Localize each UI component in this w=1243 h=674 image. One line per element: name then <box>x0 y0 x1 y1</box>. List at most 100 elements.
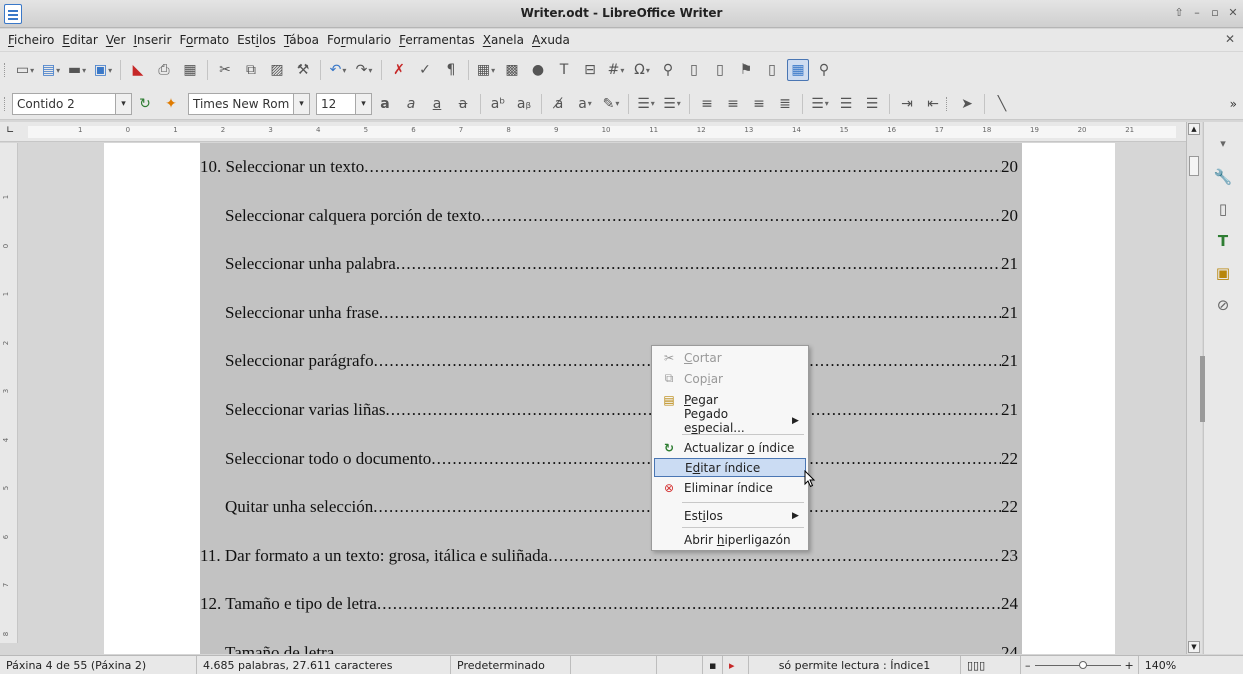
sidebar-menu-icon[interactable]: ▾ <box>1212 132 1234 154</box>
menu-estilos[interactable]: Estilos <box>233 33 280 47</box>
menu-item-delete-index[interactable]: ⊗ Eliminar índice <box>654 478 806 497</box>
underline-icon[interactable]: a <box>426 93 448 115</box>
menu-item-paste-special[interactable]: Pegado especial... ▶ <box>654 407 806 435</box>
paragraph-style-combo[interactable]: Contido 2 ▾ <box>12 92 132 115</box>
subscript-icon[interactable]: aᵦ <box>513 93 535 115</box>
navigator-compass-icon[interactable]: ⊘ <box>1212 294 1234 316</box>
find-replace-icon[interactable]: ✗ <box>388 59 410 81</box>
zoom-icon[interactable]: ⚲ <box>813 59 835 81</box>
menu-formato[interactable]: Formato <box>175 33 233 47</box>
new-style-icon[interactable]: ✦ <box>160 93 182 115</box>
zoom-out-icon[interactable]: – <box>1025 659 1031 672</box>
insert-table-icon[interactable]: ▦ <box>475 59 497 81</box>
more-tools-icon[interactable]: » <box>1230 97 1237 111</box>
menu-ficheiro[interactable]: Ficheiro <box>4 33 58 47</box>
align-center-icon[interactable]: ≡ <box>722 93 744 115</box>
insert-chart-icon[interactable]: ● <box>527 59 549 81</box>
undo-icon[interactable]: ↶ <box>327 59 349 81</box>
font-color-icon[interactable]: a <box>574 93 596 115</box>
increase-spacing-icon[interactable]: ☰ <box>835 93 857 115</box>
menu-item-open-hyperlink[interactable]: Abrir hiperligazón <box>654 530 806 549</box>
comment-icon[interactable]: ⚑ <box>735 59 757 81</box>
footnote-icon[interactable]: ▯ <box>683 59 705 81</box>
highlight-icon[interactable]: ✎ <box>600 93 622 115</box>
open-folder-icon[interactable]: ▬ <box>66 59 88 81</box>
new-document-icon[interactable]: ▭ <box>14 59 36 81</box>
scroll-down-icon[interactable]: ▼ <box>1188 641 1200 653</box>
decrease-spacing-icon[interactable]: ☰ <box>861 93 883 115</box>
copy-icon[interactable]: ⧉ <box>240 59 262 81</box>
scroll-up-icon[interactable]: ▲ <box>1188 123 1200 135</box>
page-style[interactable]: Predeterminado <box>451 655 571 674</box>
scrollbar-thumb[interactable] <box>1189 156 1199 176</box>
toc-entry[interactable]: Seleccionar parágrafo...................… <box>225 351 1018 371</box>
minimize-icon[interactable]: – <box>1191 6 1203 19</box>
font-name-combo[interactable]: Times New Rom ▾ <box>188 92 310 115</box>
document-area[interactable]: 10. Seleccionar un texto................… <box>19 143 1186 654</box>
menu-táboa[interactable]: Táboa <box>280 33 323 47</box>
toc-entry[interactable]: Seleccionar varias liñas................… <box>225 400 1018 420</box>
zoom-in-icon[interactable]: + <box>1125 659 1134 672</box>
toc-entry[interactable]: Seleccionar todo o documento............… <box>225 449 1018 469</box>
export-pdf-icon[interactable]: ◣ <box>127 59 149 81</box>
insert-image-icon[interactable]: ▩ <box>501 59 523 81</box>
page-icon[interactable]: ▯ <box>1212 198 1234 220</box>
numbering-icon[interactable]: ☰ <box>661 93 683 115</box>
increase-indent-icon[interactable]: ⇥ <box>896 93 918 115</box>
toc-entry[interactable]: 11. Dar formato a un texto: grosa, itáli… <box>200 546 1018 566</box>
bullets-icon[interactable]: ☰ <box>635 93 657 115</box>
insert-mode-status[interactable] <box>657 655 703 674</box>
clone-formatting-icon[interactable]: ⚒ <box>292 59 314 81</box>
font-size-combo[interactable]: 12 ▾ <box>316 92 372 115</box>
chevron-down-icon[interactable]: ▾ <box>355 93 371 114</box>
zoom-level[interactable]: 140% <box>1137 655 1182 674</box>
menu-item-cut[interactable]: ✂ Cortar <box>654 348 806 367</box>
formatting-marks-icon[interactable]: ¶ <box>440 59 462 81</box>
menu-editar[interactable]: Editar <box>58 33 102 47</box>
endnote-icon[interactable]: ▯ <box>709 59 731 81</box>
save-icon[interactable]: ▣ <box>92 59 114 81</box>
language-status[interactable] <box>571 655 657 674</box>
menu-item-styles[interactable]: Estilos ▶ <box>654 506 806 525</box>
italic-icon[interactable]: a <box>400 93 422 115</box>
paste-icon[interactable]: ▨ <box>266 59 288 81</box>
redo-icon[interactable]: ↷ <box>353 59 375 81</box>
menu-item-update-index[interactable]: ↻ Actualizar o índice <box>654 438 806 457</box>
print-preview-icon[interactable]: ▦ <box>179 59 201 81</box>
line-spacing-icon[interactable]: ☰ <box>809 93 831 115</box>
close-icon[interactable]: ✕ <box>1227 6 1239 19</box>
sidebar-collapse-handle[interactable] <box>1200 356 1205 422</box>
gallery-icon[interactable]: ▣ <box>1212 262 1234 284</box>
view-layout-icons[interactable]: ▯▯▯ <box>961 655 1021 674</box>
chevron-down-icon[interactable]: ▾ <box>115 93 131 114</box>
vertical-ruler[interactable]: 1 0 1 2 3 4 5 6 7 8 <box>0 143 18 643</box>
spelling-icon[interactable]: ✓ <box>414 59 436 81</box>
zoom-slider-knob[interactable] <box>1078 660 1087 669</box>
document-modified-icon[interactable]: ▸ <box>723 655 749 674</box>
tab-stop-icon[interactable]: ∟ <box>6 125 14 136</box>
justify-icon[interactable]: ≣ <box>774 93 796 115</box>
zoom-slider[interactable]: – + <box>1021 659 1138 672</box>
special-character-icon[interactable]: Ω <box>631 59 653 81</box>
chevron-down-icon[interactable]: ▾ <box>293 93 309 114</box>
page-break-icon[interactable]: ⊟ <box>579 59 601 81</box>
toc-entry[interactable]: Tamaño de letra.........................… <box>225 643 1018 654</box>
maximize-icon[interactable]: ▫ <box>1209 6 1221 19</box>
menu-inserir[interactable]: Inserir <box>129 33 175 47</box>
draw-line-icon[interactable]: ╲ <box>991 93 1013 115</box>
toc-entry[interactable]: Seleccionar calquera porción de texto...… <box>225 206 1018 226</box>
toolbar-grip[interactable] <box>4 96 8 111</box>
properties-wrench-icon[interactable]: 🔧 <box>1212 166 1234 188</box>
selection-mode-icon[interactable]: ▪ <box>703 655 723 674</box>
table-of-contents[interactable]: 10. Seleccionar un texto................… <box>200 143 1022 654</box>
decrease-indent-icon[interactable]: ⇤ <box>922 93 944 115</box>
templates-icon[interactable]: ▤ <box>40 59 62 81</box>
hyperlink-icon[interactable]: ⚲ <box>657 59 679 81</box>
menu-item-edit-index[interactable]: Editar índice <box>654 458 806 477</box>
menu-ferramentas[interactable]: Ferramentas <box>395 33 479 47</box>
word-count[interactable]: 4.685 palabras, 27.611 caracteres <box>197 655 451 674</box>
cut-icon[interactable]: ✂ <box>214 59 236 81</box>
update-style-icon[interactable]: ↻ <box>134 93 156 115</box>
toolbar-grip[interactable] <box>4 63 8 77</box>
shade-icon[interactable]: ⇧ <box>1173 6 1185 19</box>
